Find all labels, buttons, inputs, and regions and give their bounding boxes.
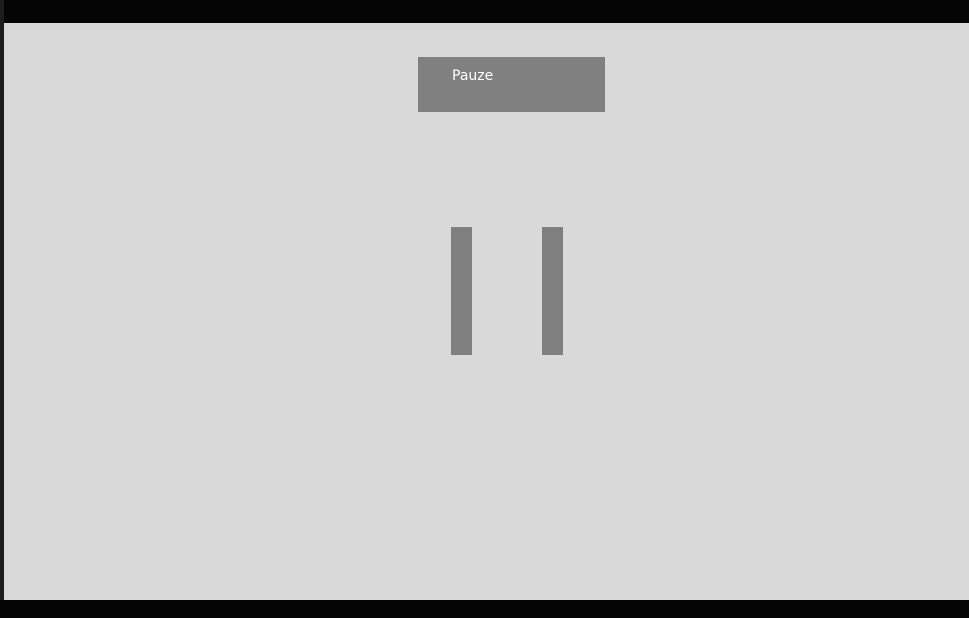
pause-screen: Pauze (4, 23, 969, 600)
bottom-letterbox-bar (0, 600, 969, 618)
pause-icon (451, 227, 564, 355)
pause-button-label: Pauze (452, 68, 494, 84)
pause-icon-right-bar (542, 227, 563, 355)
app-window: Pauze (0, 0, 969, 618)
pause-icon-left-bar (451, 227, 472, 355)
pause-button[interactable]: Pauze (418, 57, 605, 112)
top-letterbox-bar (0, 0, 969, 23)
